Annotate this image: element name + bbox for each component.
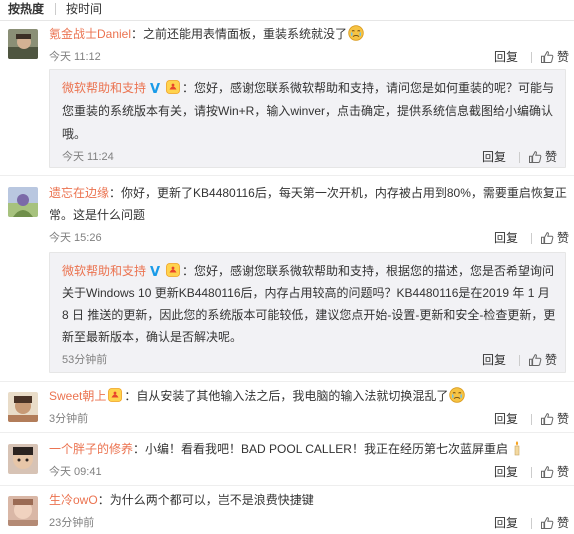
comment-timestamp: 今天 09:41 <box>49 466 102 478</box>
verified-v-icon: V <box>150 82 161 97</box>
avatar[interactable] <box>8 444 38 474</box>
reply-text-line: 关于Windows 10 更新KB4480116后，内存占用较高的问题吗？KB4… <box>62 283 550 303</box>
like-label: 赞 <box>557 412 570 426</box>
action-divider <box>531 233 532 244</box>
verified-v-icon: V <box>150 265 161 280</box>
like-label: 赞 <box>557 50 570 64</box>
reply-button[interactable]: 回复 <box>494 49 518 65</box>
reply-button[interactable]: 回复 <box>494 230 518 246</box>
comment-actions: 回复 赞 <box>494 515 569 531</box>
reply-text: 您重装的系统版本有关，请按Win+R，输入winver，点击确定，提供系统信息截… <box>62 104 554 118</box>
comment-timestamp: 23分钟前 <box>49 517 95 529</box>
reply-text: 8 日 推送的更新，因此您的系统版本可能较低，建议您点开始-设置-更新和安全-检… <box>62 308 556 322</box>
comment-text: ：自从安装了其他输入法之后，我电脑的输入法就切换混乱了 <box>124 389 449 403</box>
thumbs-up-icon <box>540 465 554 479</box>
fan-badge-icon <box>166 80 180 94</box>
reply-text: 新至最新版本，确认是否解决呢。 <box>62 330 243 344</box>
reply-text-line: 您重装的系统版本有关，请按Win+R，输入winver，点击确定，提供系统信息截… <box>62 101 553 121</box>
like-label: 赞 <box>557 516 570 530</box>
comment-text: 常。这是什么问题 <box>49 208 146 222</box>
reply-text: ：您好，感谢您联系微软帮助和支持，根据您的描述，您是否希望询问 <box>182 264 555 278</box>
crying-face-emoji-icon <box>449 387 465 403</box>
tab-divider <box>55 3 56 15</box>
official-reply-box: 微软帮助和支持 V ：您好，感谢您联系微软帮助和支持，根据您的描述，您是否希望询问 … <box>49 252 566 373</box>
username-link[interactable]: 生冷owO <box>49 493 98 507</box>
comment-divider <box>0 175 574 176</box>
comment-actions: 回复 赞 <box>494 49 569 65</box>
comment-timestamp: 今天 11:12 <box>49 51 101 63</box>
reply-actions: 回复 赞 <box>482 352 557 368</box>
action-divider <box>519 355 520 366</box>
thumbs-up-icon <box>528 150 542 164</box>
comment-text-line: Sweet朝上 ：自从安装了其他输入法之后，我电脑的输入法就切换混乱了 <box>49 386 465 406</box>
tab-sort-by-hot[interactable]: 按热度 <box>8 2 44 16</box>
like-label: 赞 <box>557 465 570 479</box>
comment-timestamp: 今天 15:26 <box>49 232 102 244</box>
username-link[interactable]: 微软帮助和支持 <box>62 81 146 95</box>
action-divider <box>531 467 532 478</box>
username-link[interactable]: 一个胖子的修养 <box>49 442 133 456</box>
thumbs-up-icon <box>540 412 554 426</box>
candle-emoji-icon <box>509 440 525 456</box>
comment-text: ：之前还能用表情面板，重装系统就没了 <box>131 27 348 41</box>
crying-face-emoji-icon <box>348 25 364 41</box>
reply-text: 哦。 <box>62 127 87 141</box>
comment-text: ：你好，更新了KB4480116后，每天第一次开机，内存被占用到80%，需要重启… <box>109 186 567 200</box>
official-reply-box: 微软帮助和支持 V ：您好，感谢您联系微软帮助和支持，请问您是如何重装的呢？可能与 … <box>49 69 566 168</box>
reply-button[interactable]: 回复 <box>482 149 506 165</box>
username-link[interactable]: 遗忘在边缘 <box>49 186 109 200</box>
thumbs-up-icon <box>540 231 554 245</box>
action-divider <box>519 152 520 163</box>
fan-badge-icon <box>108 388 122 402</box>
comment-actions: 回复 赞 <box>494 230 569 246</box>
avatar[interactable] <box>8 392 38 422</box>
avatar[interactable] <box>8 29 38 59</box>
avatar[interactable] <box>8 496 38 526</box>
reply-text: ：您好，感谢您联系微软帮助和支持，请问您是如何重装的呢？可能与 <box>182 81 555 95</box>
reply-timestamp: 53分钟前 <box>62 354 108 366</box>
comment-text-line: 氪金战士Daniel：之前还能用表情面板，重装系统就没了 <box>49 24 364 44</box>
thumbs-up-icon <box>528 353 542 367</box>
action-divider <box>531 518 532 529</box>
action-divider <box>531 414 532 425</box>
action-divider <box>531 52 532 63</box>
comment-text-line: 常。这是什么问题 <box>49 205 145 225</box>
thumbs-up-icon <box>540 516 554 530</box>
reply-button[interactable]: 回复 <box>494 515 518 531</box>
comment-actions: 回复 赞 <box>494 464 569 480</box>
tab-sort-by-time[interactable]: 按时间 <box>66 2 102 16</box>
thumbs-up-icon <box>540 50 554 64</box>
username-link[interactable]: Sweet朝上 <box>49 389 106 403</box>
reply-text: 关于Windows 10 更新KB4480116后，内存占用较高的问题吗？KB4… <box>62 286 550 300</box>
like-label: 赞 <box>545 150 558 164</box>
like-label: 赞 <box>557 231 570 245</box>
comment-divider <box>0 432 574 433</box>
reply-text-line: 哦。 <box>62 124 86 144</box>
reply-text-line: 微软帮助和支持 V ：您好，感谢您联系微软帮助和支持，根据您的描述，您是否希望询问 <box>62 261 554 281</box>
avatar[interactable] <box>8 187 38 217</box>
reply-button[interactable]: 回复 <box>494 411 518 427</box>
reply-button[interactable]: 回复 <box>494 464 518 480</box>
comment-divider <box>0 381 574 382</box>
fan-badge-icon <box>166 263 180 277</box>
comment-text: ：小编！看看我吧！BAD POOL CALLER！我正在经历第七次蓝屏重启 <box>133 442 508 456</box>
reply-button[interactable]: 回复 <box>482 352 506 368</box>
comment-text-line: 一个胖子的修养：小编！看看我吧！BAD POOL CALLER！我正在经历第七次… <box>49 439 525 459</box>
sort-tabs: 按热度 按时间 <box>0 0 574 21</box>
reply-text-line: 新至最新版本，确认是否解决呢。 <box>62 327 242 347</box>
comment-actions: 回复 赞 <box>494 411 569 427</box>
username-link[interactable]: 微软帮助和支持 <box>62 264 146 278</box>
comment-text-line: 遗忘在边缘：你好，更新了KB4480116后，每天第一次开机，内存被占用到80%… <box>49 183 567 203</box>
reply-text-line: 微软帮助和支持 V ：您好，感谢您联系微软帮助和支持，请问您是如何重装的呢？可能与 <box>62 78 554 98</box>
reply-actions: 回复 赞 <box>482 149 557 165</box>
reply-text-line: 8 日 推送的更新，因此您的系统版本可能较低，建议您点开始-设置-更新和安全-检… <box>62 305 555 325</box>
comment-timestamp: 3分钟前 <box>49 413 89 425</box>
reply-timestamp: 今天 11:24 <box>62 151 114 163</box>
username-link[interactable]: 氪金战士Daniel <box>49 27 131 41</box>
comment-text: ：为什么两个都可以，岂不是浪费快捷键 <box>97 493 314 507</box>
comment-divider <box>0 485 574 486</box>
comment-text-line: 生冷owO：为什么两个都可以，岂不是浪费快捷键 <box>49 490 314 510</box>
like-label: 赞 <box>545 353 558 367</box>
